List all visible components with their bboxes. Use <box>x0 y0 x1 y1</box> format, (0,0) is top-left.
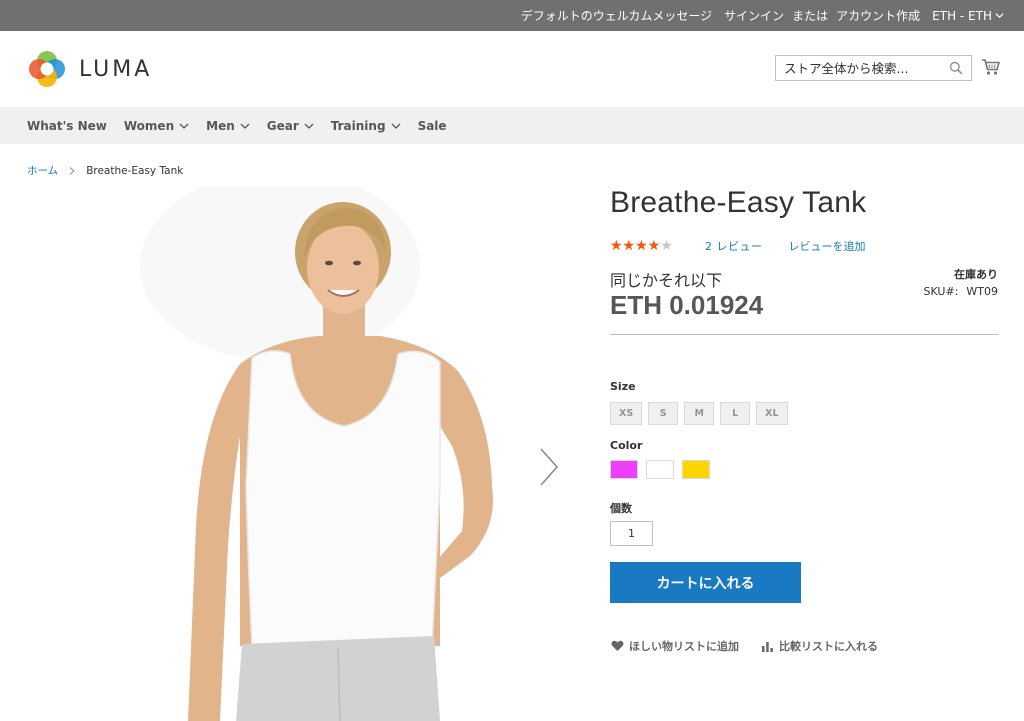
product-sku: SKU#: WT09 <box>924 285 998 298</box>
qty-label: 個数 <box>610 502 632 515</box>
search-input[interactable] <box>776 56 946 80</box>
site-header: LUMA <box>0 31 1024 107</box>
welcome-message: デフォルトのウェルカムメッセージ <box>520 9 713 23</box>
cart-icon[interactable] <box>981 57 1001 77</box>
product-title: Breathe-Easy Tank <box>610 186 867 219</box>
nav-item-women[interactable]: Women <box>124 119 189 133</box>
nav-item-label: Training <box>330 118 386 133</box>
stock-status: 在庫あり <box>954 268 998 281</box>
luma-logo-icon <box>29 51 65 87</box>
product-price: ETH 0.01924 <box>610 290 764 320</box>
divider <box>610 334 999 335</box>
product-social-links: ほしい物リストに追加 比較リストに入れる <box>611 638 878 654</box>
reviews-link[interactable]: 2 レビュー <box>705 238 763 254</box>
nav-item-men[interactable]: Men <box>206 119 250 133</box>
product-gallery[interactable] <box>140 186 580 721</box>
add-to-compare-link[interactable]: 比較リストに入れる <box>761 638 878 654</box>
heart-icon <box>611 640 624 651</box>
nav-item-gear[interactable]: Gear <box>267 119 314 133</box>
create-account-link[interactable]: アカウント作成 <box>836 7 920 24</box>
nav-item-sale[interactable]: Sale <box>418 119 447 133</box>
nav-item-training[interactable]: Training <box>331 119 401 133</box>
breadcrumb: ホーム Breathe-Easy Tank <box>27 163 183 178</box>
chevron-down-icon <box>179 123 189 129</box>
chevron-down-icon <box>391 123 401 129</box>
currency-label: ETH - ETH <box>932 8 992 23</box>
breadcrumb-home-link[interactable]: ホーム <box>27 163 58 178</box>
top-bar: デフォルトのウェルカムメッセージ サインイン または アカウント作成 ETH -… <box>0 0 1024 31</box>
chevron-down-icon <box>995 13 1004 19</box>
add-to-cart-button[interactable]: カートに入れる <box>610 562 801 603</box>
size-label: Size <box>610 380 636 393</box>
currency-switcher[interactable]: ETH - ETH <box>932 9 1004 23</box>
color-label: Color <box>610 439 643 452</box>
size-option-l[interactable]: L <box>720 402 751 425</box>
store-logo[interactable]: LUMA <box>27 49 152 89</box>
nav-item-label: What's New <box>27 118 107 133</box>
product-photo <box>140 186 580 721</box>
breadcrumb-current: Breathe-Easy Tank <box>86 164 184 177</box>
chevron-down-icon <box>304 123 314 129</box>
nav-item-label: Men <box>206 118 235 133</box>
rating-stars: ★★★★★ ★★★★★ <box>610 239 680 253</box>
add-to-wishlist-link[interactable]: ほしい物リストに追加 <box>611 638 739 654</box>
chevron-down-icon <box>240 123 250 129</box>
nav-item-label: Women <box>123 118 175 133</box>
size-swatches: XS S M L XL <box>610 402 788 425</box>
gallery-next-arrow-icon[interactable] <box>536 446 562 488</box>
chevron-right-icon <box>69 166 75 175</box>
or-text: または <box>792 9 829 23</box>
header-links: デフォルトのウェルカムメッセージ サインイン または アカウント作成 ETH -… <box>521 0 1004 31</box>
color-option-yellow[interactable] <box>682 460 710 479</box>
quantity-input[interactable] <box>610 521 653 546</box>
compare-chart-icon <box>762 642 773 652</box>
nav-item-label: Gear <box>266 118 299 133</box>
nav-item-whats-new[interactable]: What's New <box>27 119 107 133</box>
wishlist-label: ほしい物リストに追加 <box>629 640 739 653</box>
price-label: 同じかそれ以下 <box>610 271 723 290</box>
search-box <box>775 55 972 81</box>
compare-label: 比較リストに入れる <box>779 640 878 653</box>
size-option-xl[interactable]: XL <box>756 402 788 425</box>
sku-value: WT09 <box>966 285 998 298</box>
color-option-purple[interactable] <box>610 460 638 479</box>
size-option-m[interactable]: M <box>684 402 715 425</box>
nav-item-label: Sale <box>417 118 447 133</box>
sign-in-link[interactable]: サインイン <box>724 7 784 24</box>
color-swatches <box>610 460 710 479</box>
logo-text: LUMA <box>79 56 153 82</box>
star-rating-fill-icon: ★★★★★ <box>610 239 659 253</box>
search-icon[interactable] <box>949 61 963 75</box>
color-option-white[interactable] <box>646 460 674 479</box>
add-review-link[interactable]: レビューを追加 <box>789 238 866 254</box>
sku-label: SKU#: <box>923 285 959 298</box>
size-option-xs[interactable]: XS <box>610 402 643 425</box>
rating-summary: ★★★★★ ★★★★★ 2 レビュー レビューを追加 <box>610 238 866 254</box>
main-navigation: What's New Women Men Gear Training Sale <box>0 107 1024 144</box>
size-option-s[interactable]: S <box>648 402 679 425</box>
